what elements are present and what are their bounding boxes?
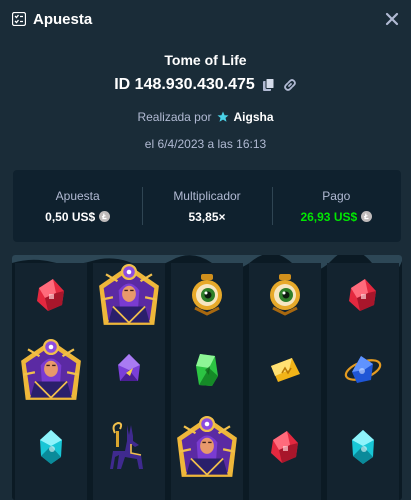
modal-title: Apuesta: [33, 11, 93, 28]
yellow-gem-symbol: [270, 357, 301, 383]
red-gem-symbol: [349, 279, 376, 311]
slot-board: [12, 255, 402, 500]
stat-bet-value: 0,50 US$: [45, 209, 96, 224]
stat-bet-label: Apuesta: [55, 188, 100, 203]
cyan-gem-symbol: [352, 430, 374, 464]
eye-amulet-symbol: [190, 272, 224, 316]
stat-multiplier-label: Multiplicador: [173, 188, 241, 203]
modal-header: Apuesta: [0, 0, 411, 40]
bet-stats-panel: Apuesta 0,50 US$ Multiplicador 53,85× Pa…: [13, 170, 401, 242]
link-icon[interactable]: [283, 78, 297, 92]
stat-multiplier-value: 53,85×: [188, 209, 226, 224]
red-gem-symbol: [37, 279, 64, 311]
red-gem-symbol: [271, 431, 298, 463]
green-gem-symbol: [196, 354, 218, 386]
bet-date: el 6/4/2023 a las 16:13: [144, 137, 267, 151]
close-icon[interactable]: [383, 10, 401, 28]
stat-payout-value: 26,93 US$: [300, 209, 358, 224]
litecoin-icon: [99, 211, 111, 222]
stat-multiplier: Multiplicador 53,85×: [142, 170, 271, 242]
book-priestess-symbol: [19, 338, 83, 402]
vip-star-icon: [217, 111, 229, 122]
clipboard-list-icon: [12, 12, 26, 26]
stat-payout-value-row: 26,93 US$: [300, 209, 373, 224]
copy-icon[interactable]: [262, 78, 276, 92]
bet-id-row: ID 148.930.430.475: [0, 76, 411, 94]
book-priestess-symbol: [175, 415, 239, 479]
bet-id: ID 148.930.430.475: [114, 76, 255, 93]
eye-amulet-symbol: [268, 272, 302, 316]
username-link[interactable]: Aigsha: [234, 110, 274, 124]
stat-payout-label: Pago: [322, 188, 351, 203]
stat-bet-value-row: 0,50 US$: [45, 209, 111, 224]
book-priestess-symbol: [97, 263, 161, 327]
cyan-gem-symbol: [40, 430, 62, 464]
game-name[interactable]: Tome of Life: [0, 52, 411, 68]
placed-by-label: Realizada por: [137, 110, 212, 124]
anubis-jackal-symbol: [109, 422, 144, 470]
blue-scarab-symbol: [342, 354, 384, 385]
litecoin-icon: [361, 211, 373, 222]
placed-by-row: Realizada por Aigsha: [0, 110, 411, 124]
stat-payout: Pago 26,93 US$: [271, 170, 401, 242]
stat-bet: Apuesta 0,50 US$: [13, 170, 142, 242]
purple-gem-symbol: [118, 354, 140, 381]
